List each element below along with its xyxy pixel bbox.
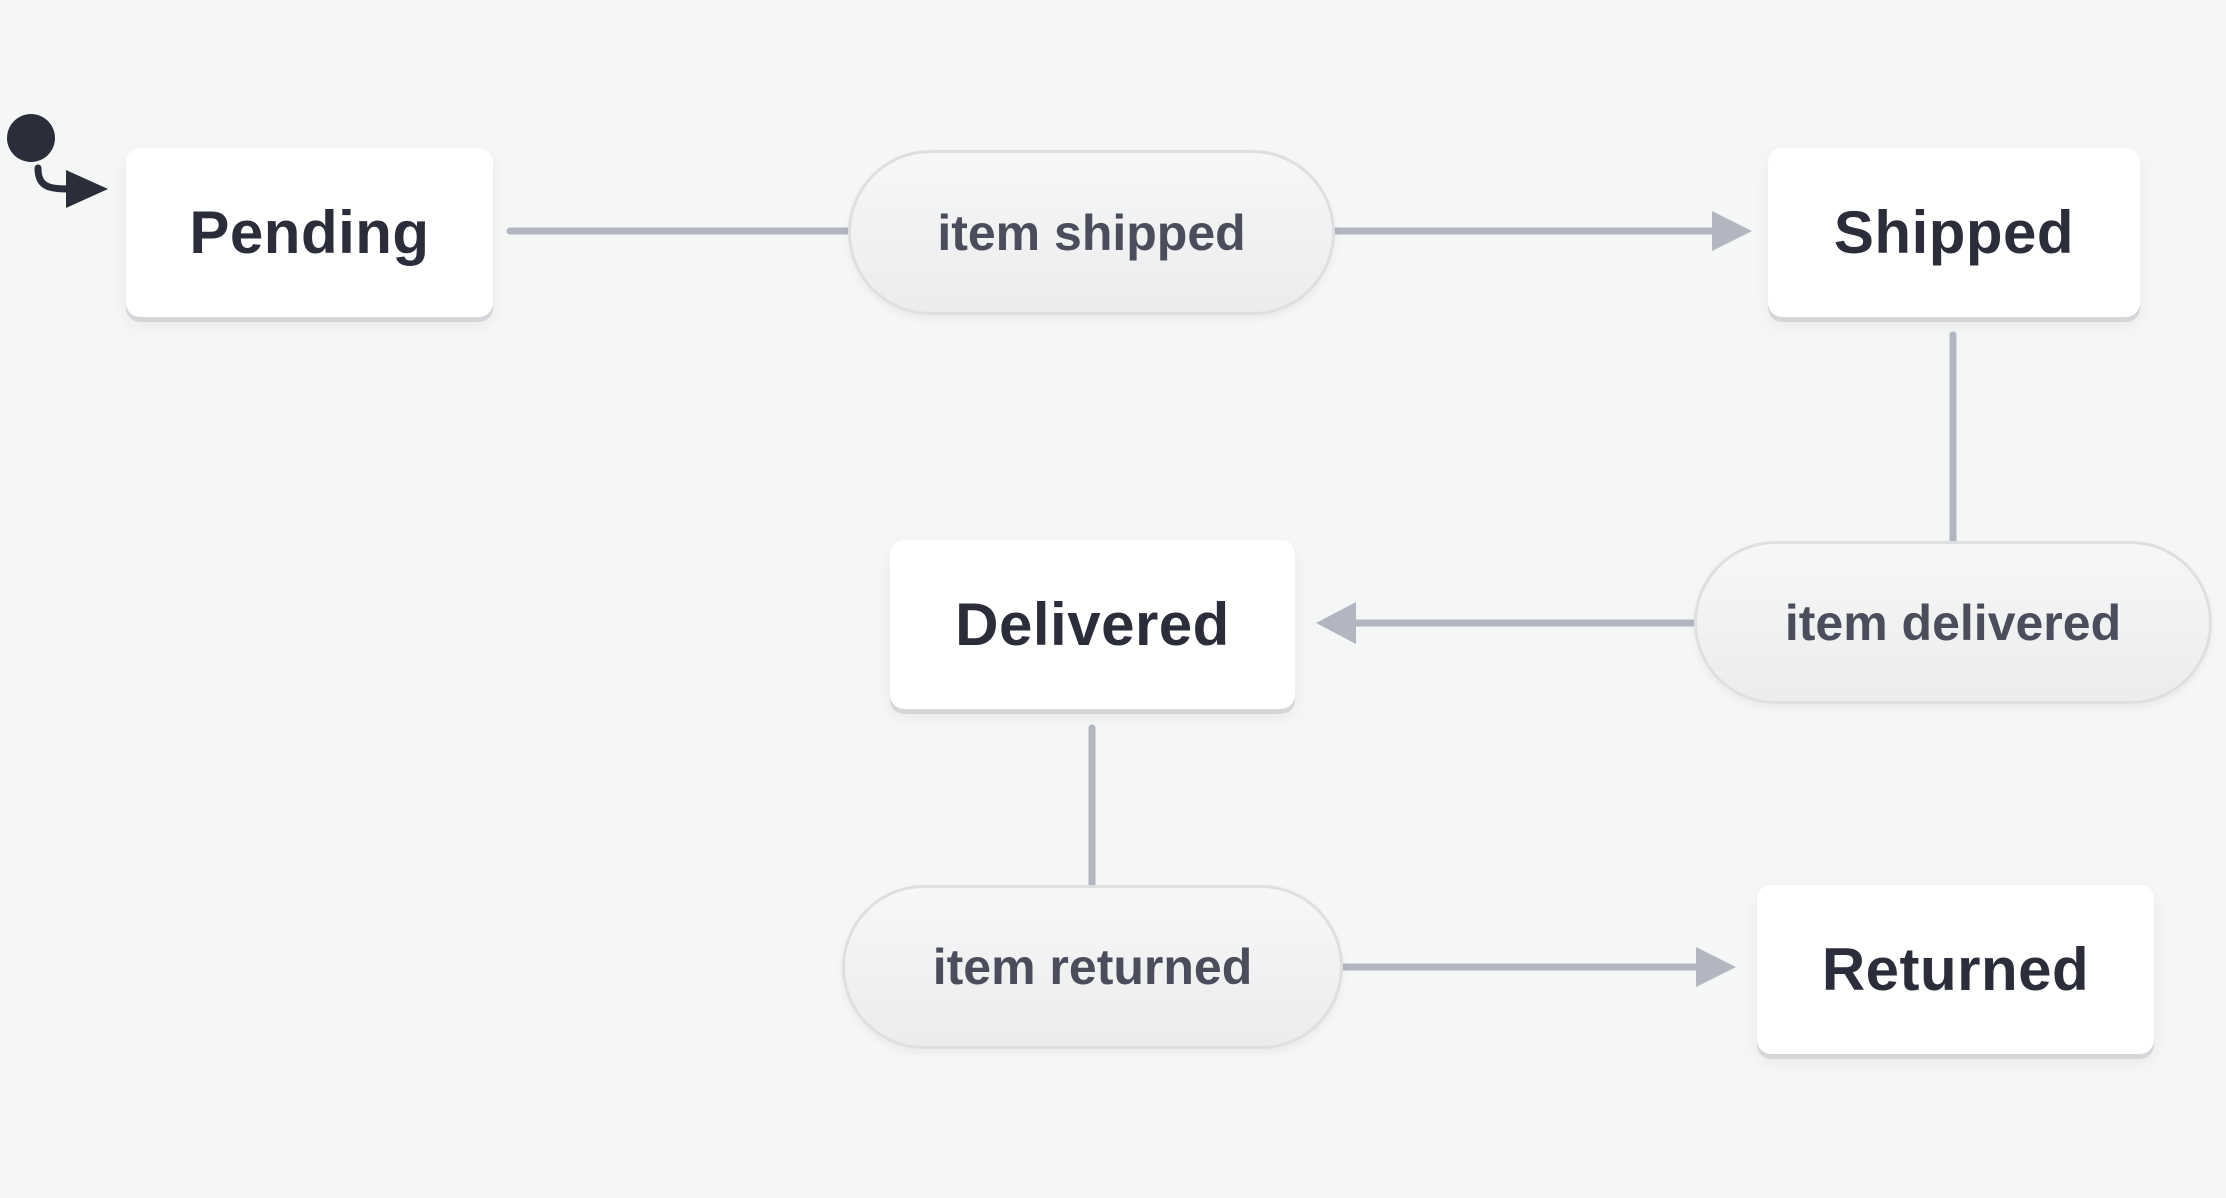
state-label: Pending bbox=[189, 199, 430, 266]
state-label: Delivered bbox=[955, 591, 1230, 658]
event-item-shipped[interactable]: item shipped bbox=[848, 150, 1335, 315]
event-label: item shipped bbox=[937, 204, 1246, 261]
initial-arrowhead bbox=[66, 170, 108, 208]
arrowhead-returned bbox=[1696, 947, 1736, 987]
initial-state-dot bbox=[7, 114, 55, 162]
arrowhead-delivered bbox=[1316, 602, 1356, 644]
state-pending[interactable]: Pending bbox=[126, 148, 493, 317]
state-returned[interactable]: Returned bbox=[1757, 885, 2154, 1054]
state-label: Returned bbox=[1821, 936, 2090, 1003]
state-label: Shipped bbox=[1833, 199, 2075, 266]
event-item-returned[interactable]: item returned bbox=[842, 885, 1343, 1049]
arrowhead-shipped bbox=[1712, 211, 1752, 251]
event-label: item delivered bbox=[1784, 594, 2122, 651]
state-shipped[interactable]: Shipped bbox=[1768, 148, 2140, 317]
state-delivered[interactable]: Delivered bbox=[890, 540, 1295, 709]
event-item-delivered[interactable]: item delivered bbox=[1694, 541, 2212, 704]
event-label: item returned bbox=[932, 939, 1253, 995]
